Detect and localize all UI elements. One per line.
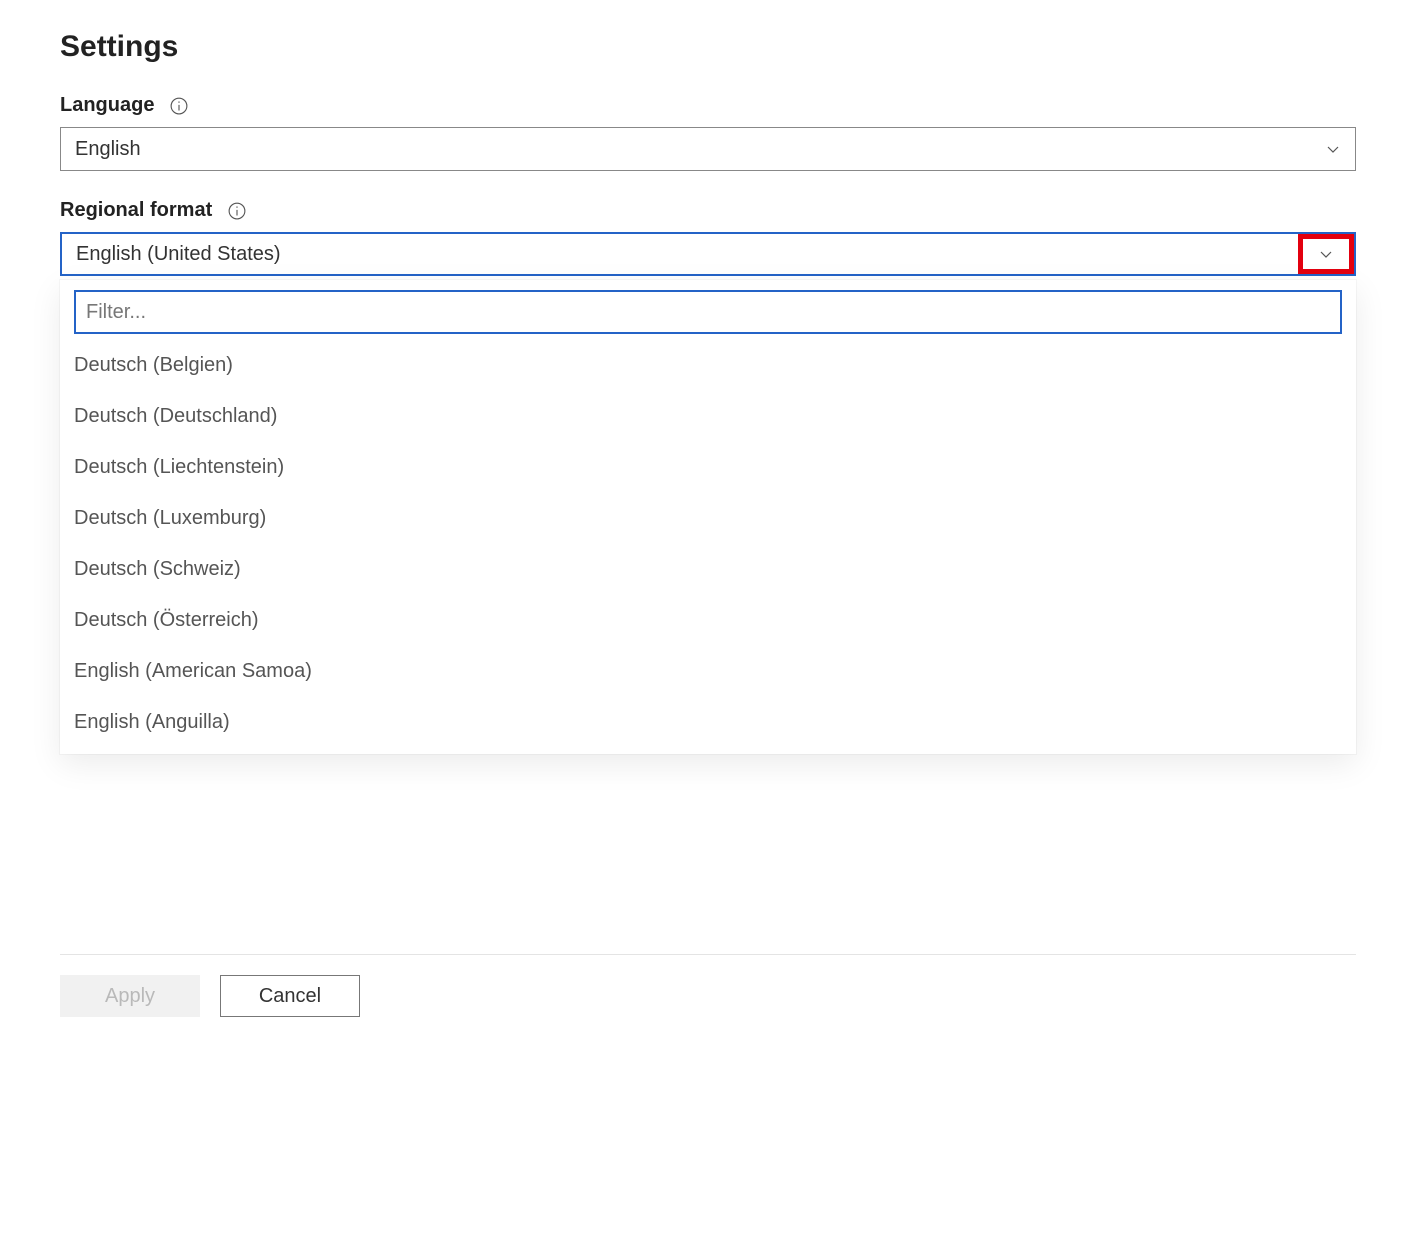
option-item[interactable]: Deutsch (Luxemburg) [74,493,1342,544]
language-field: Language English [60,94,1356,171]
option-item[interactable]: Deutsch (Liechtenstein) [74,442,1342,493]
language-label: Language [60,94,154,117]
regional-format-dropdown: Deutsch (Belgien) Deutsch (Deutschland) … [60,280,1356,754]
apply-button[interactable]: Apply [60,975,200,1017]
info-icon[interactable] [228,202,246,220]
regional-format-label: Regional format [60,199,212,222]
regional-format-select[interactable]: English (United States) [60,232,1356,276]
option-item[interactable]: Deutsch (Belgien) [74,340,1342,391]
option-item[interactable]: English (American Samoa) [74,646,1342,697]
option-item[interactable]: Deutsch (Schweiz) [74,544,1342,595]
regional-format-value: English (United States) [76,243,281,266]
page-title: Settings [60,30,1356,64]
language-select[interactable]: English [60,127,1356,171]
regional-format-field: Regional format English (United States) … [60,199,1356,276]
dropdown-toggle-highlight [1298,234,1354,274]
options-list[interactable]: Deutsch (Belgien) Deutsch (Deutschland) … [74,340,1342,748]
chevron-down-icon [1325,141,1341,157]
footer-buttons: Apply Cancel [60,975,1356,1017]
info-icon[interactable] [170,97,188,115]
filter-input[interactable] [74,290,1342,334]
option-item[interactable]: English (Anguilla) [74,697,1342,748]
option-item[interactable]: Deutsch (Deutschland) [74,391,1342,442]
footer-divider [60,954,1356,955]
cancel-button[interactable]: Cancel [220,975,360,1017]
language-value: English [75,138,141,161]
option-item[interactable]: Deutsch (Österreich) [74,595,1342,646]
